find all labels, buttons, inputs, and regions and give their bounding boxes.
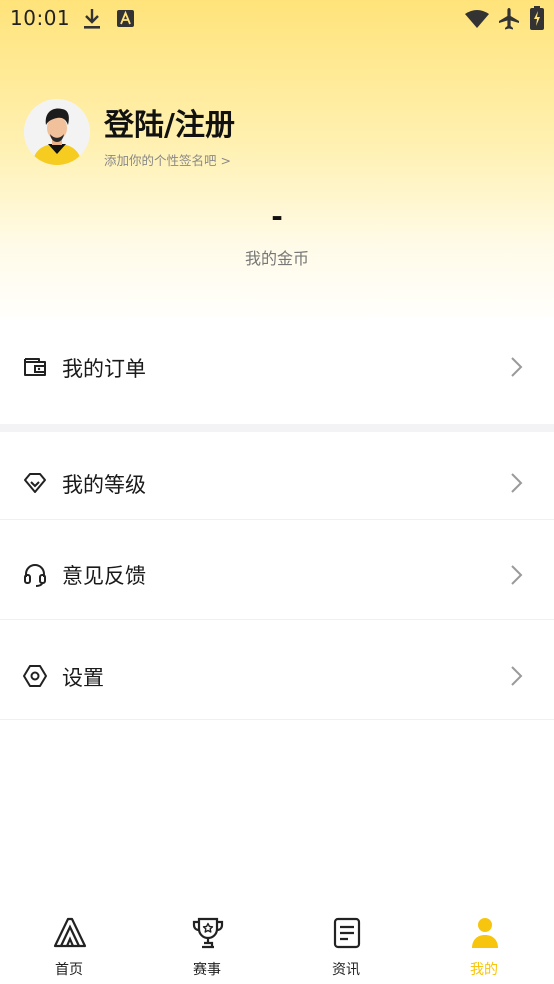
menu-item-label: 设置 — [62, 666, 104, 690]
menu-item-label: 意见反馈 — [62, 564, 146, 588]
nav-tab-home[interactable]: 首页 — [0, 904, 138, 984]
status-time: 10:01 — [10, 6, 71, 30]
coins-label: 我的金币 — [244, 249, 309, 268]
wifi-icon — [465, 10, 489, 28]
wallet-icon — [24, 358, 46, 376]
nav-tab-mine[interactable]: 我的 — [415, 904, 553, 984]
home-logo-icon — [53, 917, 87, 948]
menu-item-feedback[interactable]: 意见反馈 — [0, 520, 554, 620]
coins-value: - — [271, 200, 283, 233]
a-letter-icon — [117, 10, 134, 27]
nav-tab-events[interactable]: 赛事 — [138, 904, 276, 984]
header-gradient — [0, 0, 554, 330]
profile-page: 10:01 登陆/注册 添加你的个性签名吧 > - 我的金币 我的订单 我的等级… — [0, 0, 554, 984]
status-bar: 10:01 — [0, 0, 554, 38]
airplane-icon — [499, 8, 519, 30]
chevron-right-icon — [511, 357, 523, 377]
nav-label: 资讯 — [332, 962, 360, 978]
nav-label: 首页 — [55, 962, 83, 978]
chevron-right-icon — [511, 473, 523, 493]
headset-icon — [24, 563, 46, 587]
chevron-right-icon — [511, 666, 523, 686]
menu-item-orders[interactable]: 我的订单 — [0, 317, 554, 417]
download-icon — [84, 9, 100, 29]
menu-item-settings[interactable]: 设置 — [0, 620, 554, 720]
login-register-link[interactable]: 登陆/注册 — [104, 100, 235, 144]
news-icon — [333, 917, 361, 949]
user-avatar-icon — [24, 99, 90, 165]
menu-item-label: 我的订单 — [62, 357, 146, 381]
bottom-nav: 首页 赛事 资讯 我的 — [0, 904, 554, 984]
nav-tab-news[interactable]: 资讯 — [277, 904, 415, 984]
person-icon — [472, 918, 498, 948]
battery-charging-icon — [530, 6, 544, 30]
diamond-icon — [24, 473, 46, 493]
nav-label: 赛事 — [193, 962, 221, 978]
chevron-right-icon — [511, 565, 523, 585]
signature-prompt[interactable]: 添加你的个性签名吧 > — [104, 150, 231, 169]
menu-item-level[interactable]: 我的等级 — [0, 424, 554, 520]
settings-hexagon-icon — [23, 665, 47, 687]
menu-item-label: 我的等级 — [62, 473, 146, 497]
nav-label: 我的 — [470, 962, 498, 978]
trophy-icon — [192, 917, 224, 949]
avatar[interactable] — [24, 99, 90, 165]
